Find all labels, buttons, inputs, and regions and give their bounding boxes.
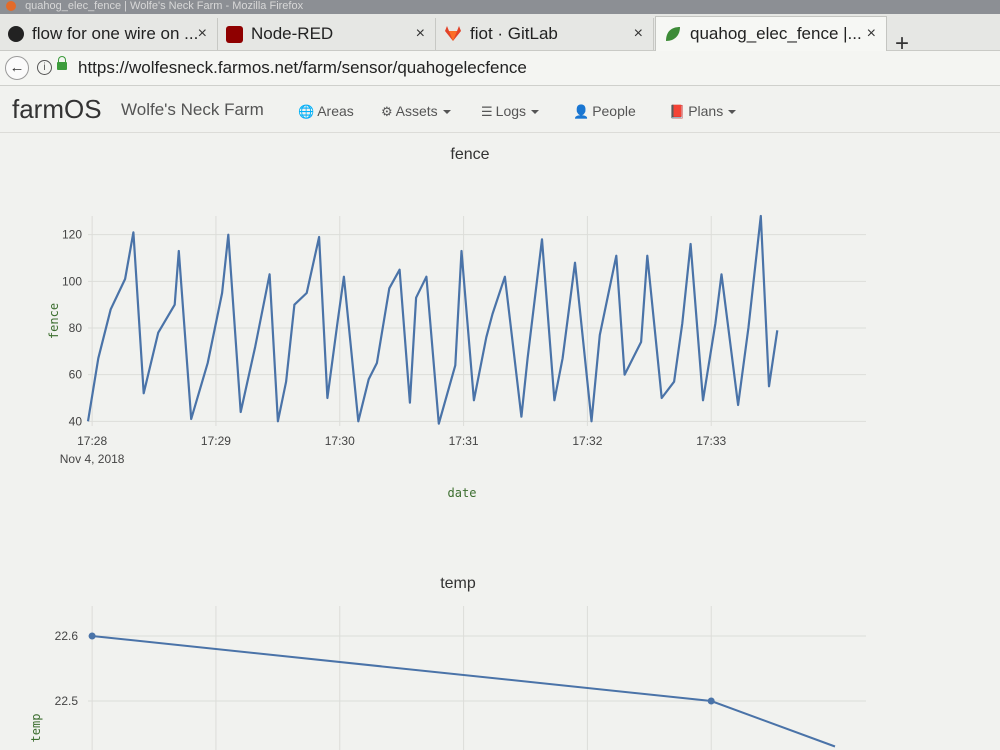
fence-series-line	[86, 214, 779, 425]
back-button[interactable]: ←	[5, 56, 29, 80]
tab-quahog-elec-fence[interactable]: quahog_elec_fence |... ×	[655, 16, 887, 51]
tab-label: flow for one wire on ...	[32, 24, 199, 43]
tab-github[interactable]: flow for one wire on ... ×	[0, 18, 218, 50]
close-tab-icon[interactable]: ×	[198, 25, 207, 43]
tab-gitlab[interactable]: fiot · GitLab ×	[436, 18, 654, 50]
tab-node-red[interactable]: Node-RED ×	[218, 18, 436, 50]
arrow-left-icon: ←	[9, 59, 25, 76]
window-title: quahog_elec_fence | Wolfe's Neck Farm - …	[25, 0, 304, 12]
fence-ytick-label: 40	[69, 414, 83, 428]
fence-xtick-label: 17:28	[77, 434, 107, 448]
temp-y-axis-title: temp	[29, 714, 43, 743]
fence-y-axis-title: fence	[47, 303, 61, 339]
farmos-leaf-icon	[664, 25, 682, 43]
fence-ytick-label: 100	[62, 274, 82, 288]
gitlab-icon	[444, 25, 462, 43]
sensor-charts: fence 40 60 80 100 120 17:28 Nov 4, 2018 17:29 17…	[29, 146, 866, 750]
close-tab-icon[interactable]: ×	[634, 25, 643, 43]
page-content: farmOS Wolfe's Neck Farm 🌐 Areas ⚙ Assets …	[0, 86, 1000, 750]
fence-chart-title: fence	[450, 146, 489, 163]
info-icon[interactable]: i	[37, 60, 52, 75]
fence-xtick-sublabel: Nov 4, 2018	[60, 452, 125, 466]
fence-xtick-label: 17:29	[201, 434, 231, 448]
fence-x-axis-title: date	[448, 486, 477, 500]
close-tab-icon[interactable]: ×	[416, 25, 425, 43]
fence-xtick-label: 17:30	[325, 434, 355, 448]
tab-label: quahog_elec_fence |...	[690, 24, 862, 43]
lock-icon[interactable]	[57, 56, 67, 70]
fence-ytick-label: 60	[69, 368, 83, 382]
node-red-icon	[226, 25, 243, 43]
close-tab-icon[interactable]: ×	[867, 25, 876, 43]
temp-data-point	[707, 697, 715, 705]
github-icon	[8, 26, 24, 42]
temp-chart-title: temp	[440, 575, 476, 592]
temp-ytick-label: 22.5	[55, 694, 79, 708]
tab-strip: flow for one wire on ... × Node-RED × fi…	[0, 14, 1000, 57]
temp-data-point	[88, 632, 96, 640]
fence-ytick-label: 80	[69, 321, 83, 335]
temp-ytick-label: 22.6	[55, 629, 79, 643]
fence-xtick-label: 17:32	[572, 434, 602, 448]
tab-label: fiot · GitLab	[470, 24, 558, 43]
window-titlebar: quahog_elec_fence | Wolfe's Neck Farm - …	[0, 0, 1000, 14]
tab-label: Node-RED	[251, 24, 334, 43]
fence-ytick-label: 120	[62, 228, 82, 242]
firefox-icon	[6, 1, 16, 11]
fence-xtick-label: 17:33	[696, 434, 726, 448]
url-input[interactable]: https://wolfesneck.farmos.net/farm/senso…	[78, 57, 978, 79]
fence-xtick-label: 17:31	[449, 434, 479, 448]
navigation-bar: ← i https://wolfesneck.farmos.net/farm/s…	[0, 51, 1000, 86]
